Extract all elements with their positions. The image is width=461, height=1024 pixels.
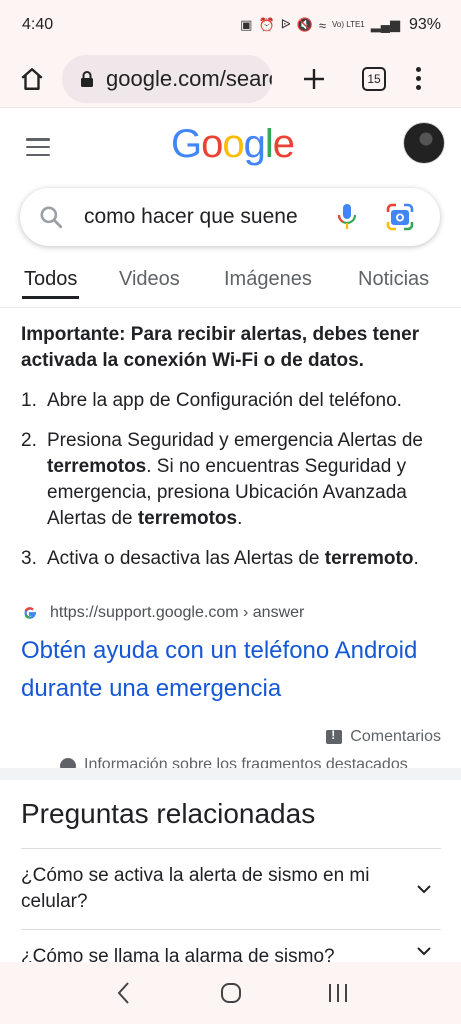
avatar[interactable] [403,122,445,164]
snippet-step: 1. Abre la app de Configuración del teléf… [21,388,441,414]
step-number: 1. [21,390,37,411]
address-bar[interactable]: google.com/search [62,54,272,103]
logo-letters: Google [171,122,295,166]
featured-snippet: Importante: Para recibir alertas, debes … [21,322,441,586]
home-circle-icon [220,983,241,1003]
mute-icon: 🔇 [296,17,313,32]
search-box[interactable]: como hacer que suene [20,188,440,246]
step-text: Activa o desactiva las Alertas de terrem… [47,548,419,569]
feedback-button[interactable]: Comentarios [326,728,441,746]
alarm-icon: ⏰ [258,17,275,32]
feedback-icon [326,728,343,744]
step-text: Presiona Seguridad y emergencia Alertas … [47,430,424,529]
help-icon [60,758,76,768]
google-logo[interactable]: Google [171,122,295,167]
battery-level: 93% [408,16,441,33]
back-icon [117,982,129,1004]
hamburger-line [26,145,50,149]
logo-letter: G [171,122,202,166]
section-divider [0,768,461,780]
home-button[interactable] [16,63,48,95]
lock-icon [81,70,93,87]
bluetooth-icon: ᐉ [280,17,291,32]
feedback-label: Comentarios [350,728,441,745]
snippet-steps: 1. Abre la app de Configuración del teléf… [21,388,441,572]
result-source[interactable]: https://support.google.com › answer [22,604,304,622]
tab-switcher-button[interactable]: 15 [362,66,386,91]
search-tabs: Todos Videos Imágenes Noticias [0,258,461,308]
microphone-icon[interactable] [336,203,358,231]
logo-letter: g [243,122,266,166]
search-input[interactable]: como hacer que suene [84,205,318,229]
status-bar: 4:40 ▣ ⏰ ᐉ 🔇 ≈ Vo) LTE1 ▂▄▆ 93% [0,0,461,50]
tab-count: 15 [367,71,381,86]
wifi-icon: ≈ [318,17,326,33]
related-question[interactable]: ¿Cómo se llama la alarma de sismo? [21,929,441,963]
snippet-intro: Importante: Para recibir alertas, debes … [21,324,420,371]
search-icon [40,206,63,229]
step-number: 3. [21,548,37,569]
related-questions-list: ¿Cómo se activa la alerta de sismo en mi… [21,848,441,963]
volte-label: Vo) LTE1 [331,20,365,29]
snippet-step: 2. Presiona Seguridad y emergencia Alerta… [21,428,441,532]
about-snippets-link[interactable]: Información sobre los fragmentos destaca… [60,756,408,768]
recents-icon [328,984,347,1002]
dot-icon [415,76,421,81]
dot-icon [415,67,421,72]
lock-status-icon: ▣ [240,17,253,32]
dot-icon [415,85,421,90]
related-questions-title: Preguntas relacionadas [21,798,316,829]
system-nav-bar [0,962,461,1024]
step-text: Abre la app de Configuración del teléfon… [47,390,402,411]
url-text: google.com/search [106,65,272,91]
overflow-menu-button[interactable] [414,67,422,90]
hamburger-line [26,153,50,156]
google-favicon-icon [24,607,36,619]
google-header: Google [0,108,461,186]
about-snippets-label: Información sobre los fragmentos destaca… [84,756,408,768]
browser-toolbar: google.com/search 15 [0,50,461,108]
question-text: ¿Cómo se llama la alarma de sismo? [21,946,335,963]
snippet-step: 3. Activa o desactiva las Alertas de terr… [21,546,441,572]
logo-letter: o [222,122,244,166]
related-question[interactable]: ¿Cómo se activa la alerta de sismo en mi… [21,848,441,929]
home-icon [21,67,43,90]
logo-letter: l [264,122,274,166]
new-tab-button[interactable] [300,65,328,93]
google-lens-icon[interactable] [386,203,414,231]
status-icons: ▣ ⏰ ᐉ 🔇 ≈ Vo) LTE1 ▂▄▆ 93% [240,16,441,34]
hamburger-line [26,138,50,141]
status-time: 4:40 [22,16,54,33]
back-button[interactable] [104,973,144,1013]
signal-icon: ▂▄▆ [370,17,400,32]
result-title-link[interactable]: Obtén ayuda con un teléfono Android dura… [21,632,441,708]
chevron-down-icon [417,947,431,956]
step-number: 2. [21,430,37,451]
logo-letter: e [272,122,295,166]
tab-videos[interactable]: Videos [119,258,180,291]
recents-button[interactable] [318,973,358,1013]
tab-todos[interactable]: Todos [21,258,80,299]
source-url: https://support.google.com › answer [50,604,305,621]
chevron-down-icon [417,885,431,894]
tab-noticias[interactable]: Noticias [358,258,429,291]
question-text: ¿Cómo se activa la alerta de sismo en mi… [21,865,370,912]
hamburger-menu-button[interactable] [26,138,50,156]
home-nav-button[interactable] [211,973,251,1013]
logo-letter: o [201,122,223,166]
plus-icon [304,68,324,89]
tab-imagenes[interactable]: Imágenes [224,258,312,291]
